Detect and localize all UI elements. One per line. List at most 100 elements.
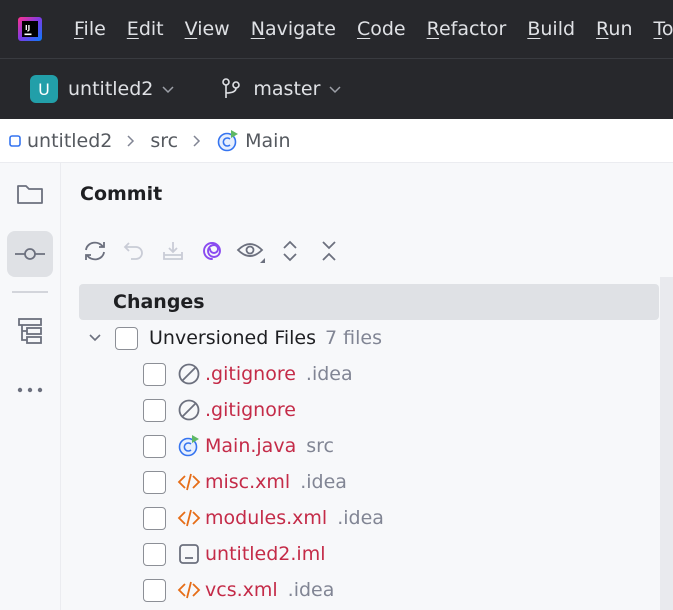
- branch-name: master: [253, 78, 321, 100]
- file-row[interactable]: modules.xml .idea: [79, 500, 659, 536]
- iml-icon: [177, 542, 201, 566]
- tool-window-strip: [0, 163, 61, 610]
- shelve-icon: [163, 242, 183, 260]
- file-checkbox[interactable]: [143, 470, 166, 494]
- structure-tool-button[interactable]: [7, 308, 53, 354]
- group-label: Unversioned Files: [149, 327, 317, 349]
- chevron-down-icon: [329, 86, 341, 94]
- chevron-down-icon: [162, 86, 174, 94]
- java-class-icon: [177, 434, 201, 458]
- ignore-icon: [177, 398, 201, 422]
- menu-code[interactable]: Code: [357, 18, 406, 40]
- group-checkbox[interactable]: [115, 326, 138, 350]
- file-checkbox[interactable]: [143, 398, 166, 422]
- panel-title: Commit: [80, 183, 163, 205]
- refresh-icon: [85, 241, 105, 261]
- main-menu-bar: IJ File Edit View Navigate Code Refactor…: [0, 0, 673, 58]
- preview-diff-button[interactable]: [233, 233, 269, 269]
- changes-label: Changes: [113, 291, 205, 313]
- file-checkbox[interactable]: [143, 434, 166, 458]
- project-avatar: U: [30, 75, 58, 103]
- commit-actions-toolbar: [77, 233, 350, 269]
- chevron-right-icon: [193, 134, 201, 147]
- file-name: vcs.xml: [205, 579, 278, 601]
- ignore-icon: [177, 362, 201, 386]
- project-widget[interactable]: U untitled2: [30, 75, 175, 103]
- file-checkbox[interactable]: [143, 542, 166, 566]
- menu-file[interactable]: File: [74, 18, 106, 40]
- chevron-down-icon: [89, 334, 101, 342]
- file-row[interactable]: misc.xml .idea: [79, 464, 659, 500]
- rollback-icon: [123, 242, 143, 260]
- collapse-all-icon: [322, 241, 336, 261]
- file-name: .gitignore: [205, 363, 296, 385]
- file-name: untitled2.iml: [205, 543, 326, 565]
- file-name: Main.java: [205, 435, 297, 457]
- toolstrip-divider: [12, 291, 48, 293]
- intellij-logo-icon[interactable]: IJ: [18, 17, 42, 41]
- shelve-button[interactable]: [155, 233, 191, 269]
- branch-icon: [222, 78, 241, 98]
- file-row[interactable]: vcs.xml .idea: [79, 572, 659, 608]
- expand-toggle[interactable]: [83, 326, 107, 350]
- ai-commit-button[interactable]: [194, 233, 230, 269]
- java-class-icon: [217, 129, 239, 151]
- file-name: misc.xml: [205, 471, 291, 493]
- project-tool-button[interactable]: [7, 171, 53, 217]
- file-row[interactable]: untitled2.iml: [79, 536, 659, 572]
- svg-text:IJ: IJ: [25, 24, 30, 32]
- file-location: .idea: [337, 507, 384, 529]
- commit-tool-button[interactable]: [7, 231, 53, 277]
- chevron-right-icon: [127, 134, 135, 147]
- file-checkbox[interactable]: [143, 506, 166, 530]
- module-icon: [9, 134, 21, 147]
- changes-tree: Changes Unversioned Files 7 files .gitig…: [79, 284, 659, 608]
- menu-build[interactable]: Build: [527, 18, 575, 40]
- group-count: 7 files: [325, 327, 382, 349]
- file-name: .gitignore: [205, 399, 296, 421]
- project-name: untitled2: [68, 78, 154, 100]
- expand-all-button[interactable]: [272, 233, 308, 269]
- file-row[interactable]: .gitignore .idea: [79, 356, 659, 392]
- file-checkbox[interactable]: [143, 578, 166, 602]
- refresh-button[interactable]: [77, 233, 113, 269]
- breadcrumb-src[interactable]: src: [150, 130, 178, 152]
- vertical-scrollbar[interactable]: [660, 277, 673, 610]
- file-location: .idea: [287, 579, 335, 601]
- menu-refactor[interactable]: Refactor: [427, 18, 507, 40]
- more-tool-windows-button[interactable]: [7, 367, 53, 413]
- file-row[interactable]: .gitignore: [79, 392, 659, 428]
- more-icon: [17, 387, 43, 393]
- file-location: .idea: [305, 363, 353, 385]
- breadcrumb-label: Main: [245, 129, 291, 152]
- structure-icon: [18, 318, 42, 344]
- breadcrumb: untitled2 src Main: [0, 119, 673, 163]
- file-row[interactable]: Main.java src: [79, 428, 659, 464]
- file-location: src: [306, 435, 334, 457]
- collapse-all-button[interactable]: [311, 233, 347, 269]
- breadcrumb-label: src: [150, 129, 179, 152]
- file-checkbox[interactable]: [143, 362, 166, 386]
- file-location: .idea: [300, 471, 347, 493]
- file-name: modules.xml: [205, 507, 328, 529]
- preview-diff-icon: [236, 243, 265, 263]
- menu-view[interactable]: View: [185, 18, 230, 40]
- menu-run[interactable]: Run: [596, 18, 632, 40]
- xml-icon: [177, 470, 201, 494]
- expand-all-icon: [283, 240, 297, 262]
- xml-icon: [177, 506, 201, 530]
- rollback-button[interactable]: [116, 233, 152, 269]
- breadcrumb-main[interactable]: Main: [216, 129, 291, 153]
- changes-node[interactable]: Changes: [79, 284, 659, 320]
- main-toolbar: U untitled2 master: [0, 58, 673, 119]
- menu-edit[interactable]: Edit: [127, 18, 164, 40]
- vcs-branch-widget[interactable]: master: [221, 77, 342, 101]
- commit-panel: Commit Changes Unversioned Files 7 files…: [61, 163, 673, 610]
- xml-icon: [177, 578, 201, 602]
- unversioned-files-node[interactable]: Unversioned Files 7 files: [79, 320, 659, 356]
- menu-tools[interactable]: Tools: [654, 18, 673, 40]
- menu-navigate[interactable]: Navigate: [251, 18, 336, 40]
- breadcrumb-label: untitled2: [27, 129, 113, 152]
- breadcrumb-project[interactable]: untitled2: [9, 130, 112, 152]
- project-folder-icon: [17, 185, 43, 204]
